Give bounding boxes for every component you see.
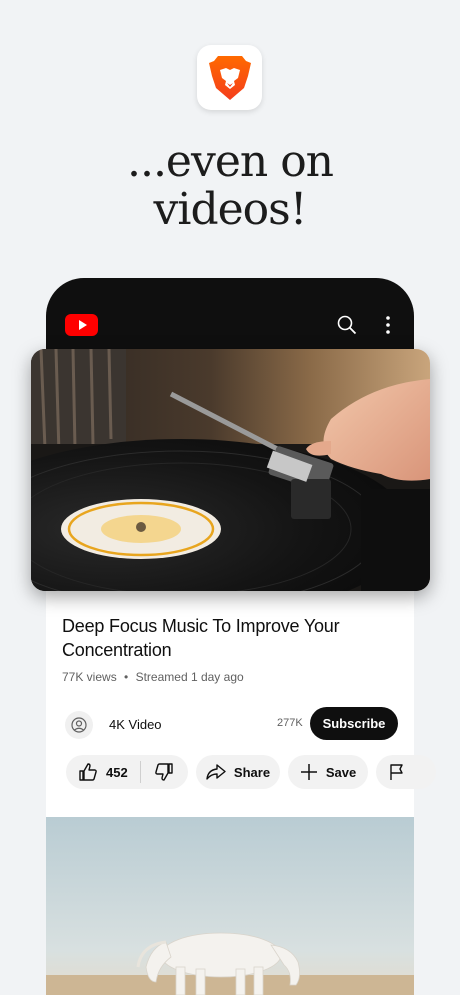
share-label: Share xyxy=(233,764,271,780)
plus-icon xyxy=(300,764,317,780)
flag-icon xyxy=(390,764,403,780)
video-thumbnail[interactable] xyxy=(31,349,430,591)
dislike-button[interactable] xyxy=(141,755,187,789)
like-button[interactable]: 452 xyxy=(66,755,140,789)
subscribe-button[interactable]: Subscribe xyxy=(310,707,398,740)
share-button[interactable]: Share xyxy=(196,755,280,789)
save-button[interactable]: Save xyxy=(288,755,368,789)
report-button[interactable] xyxy=(376,755,436,789)
user-icon xyxy=(71,717,87,733)
thumbs-up-icon xyxy=(79,763,97,781)
video-title[interactable]: Deep Focus Music To Improve Your Concent… xyxy=(62,614,362,662)
like-dislike-pill: 452 xyxy=(66,755,188,789)
headline: ...even on videos! xyxy=(0,138,460,234)
action-bar: 452 Share Save xyxy=(66,755,436,789)
like-count: 452 xyxy=(106,764,128,780)
view-count: 77K views xyxy=(62,670,117,684)
video-meta: 77K views • Streamed 1 day ago xyxy=(62,670,244,684)
headline-line-1: ...even on xyxy=(126,136,334,187)
headline-line-2: videos! xyxy=(153,184,308,235)
subscriber-count: 277K xyxy=(277,717,303,729)
channel-avatar[interactable] xyxy=(65,711,93,739)
channel-row: 4K Video 277K Subscribe xyxy=(62,706,402,742)
brave-lion-icon xyxy=(208,55,251,100)
meta-separator: • xyxy=(124,670,129,684)
stream-age: Streamed 1 day ago xyxy=(135,670,244,684)
brave-app-icon xyxy=(197,45,262,110)
next-video-thumbnail[interactable] xyxy=(46,817,414,995)
share-icon xyxy=(206,764,226,780)
thumbs-down-icon xyxy=(155,763,173,781)
more-vertical-icon[interactable] xyxy=(383,315,393,335)
channel-name[interactable]: 4K Video xyxy=(109,717,162,732)
youtube-logo-icon[interactable] xyxy=(65,314,98,336)
save-label: Save xyxy=(325,764,357,780)
search-icon[interactable] xyxy=(337,315,357,335)
